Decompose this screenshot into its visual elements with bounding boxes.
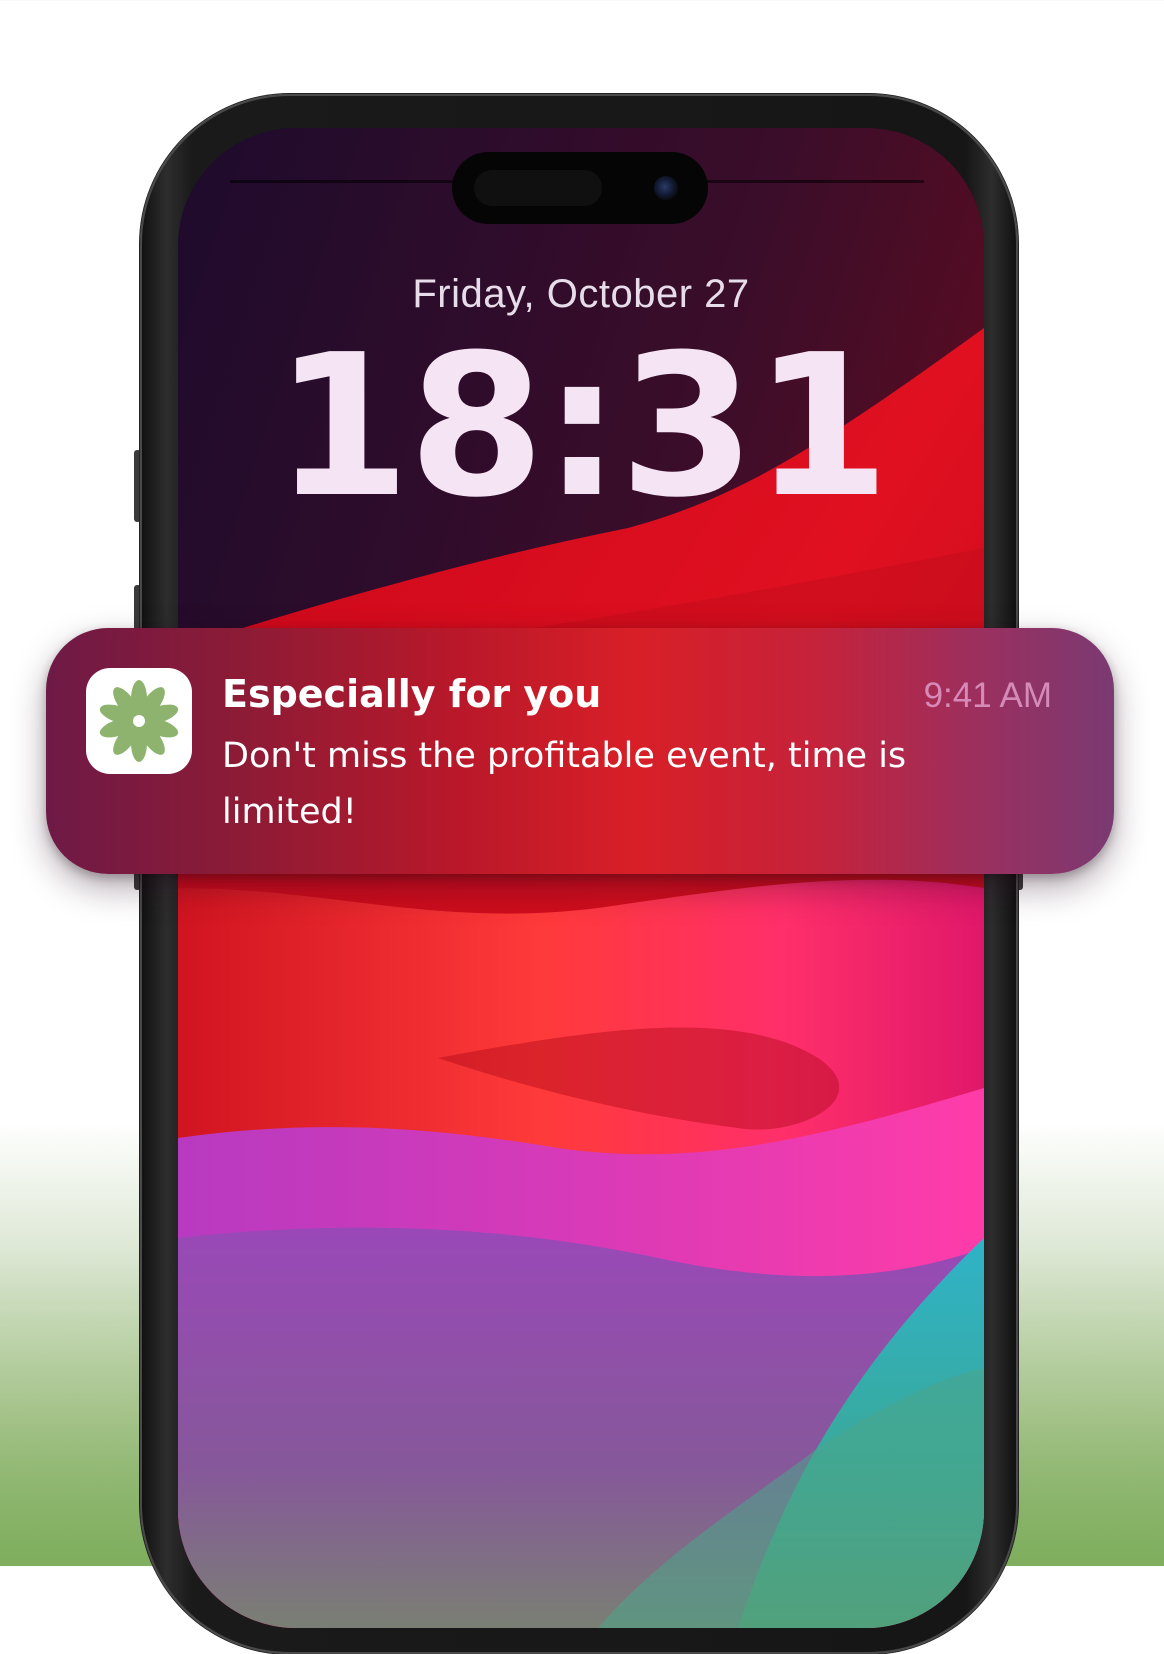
green-flower-logo-icon: [99, 680, 179, 762]
push-notification[interactable]: Especially for you 9:41 AM Don't miss th…: [46, 628, 1114, 874]
notification-title: Especially for you: [222, 672, 602, 716]
lock-screen-clock: 18:31: [274, 313, 890, 541]
lock-screen-date: Friday, October 27: [412, 272, 750, 316]
app-icon: [86, 668, 192, 774]
notification-body: Don't miss the profitable event, time is…: [222, 736, 907, 832]
notification-time: 9:41 AM: [923, 676, 1052, 715]
dynamic-island: [452, 152, 708, 224]
island-sensor: [474, 170, 602, 206]
front-camera-icon: [654, 176, 678, 200]
